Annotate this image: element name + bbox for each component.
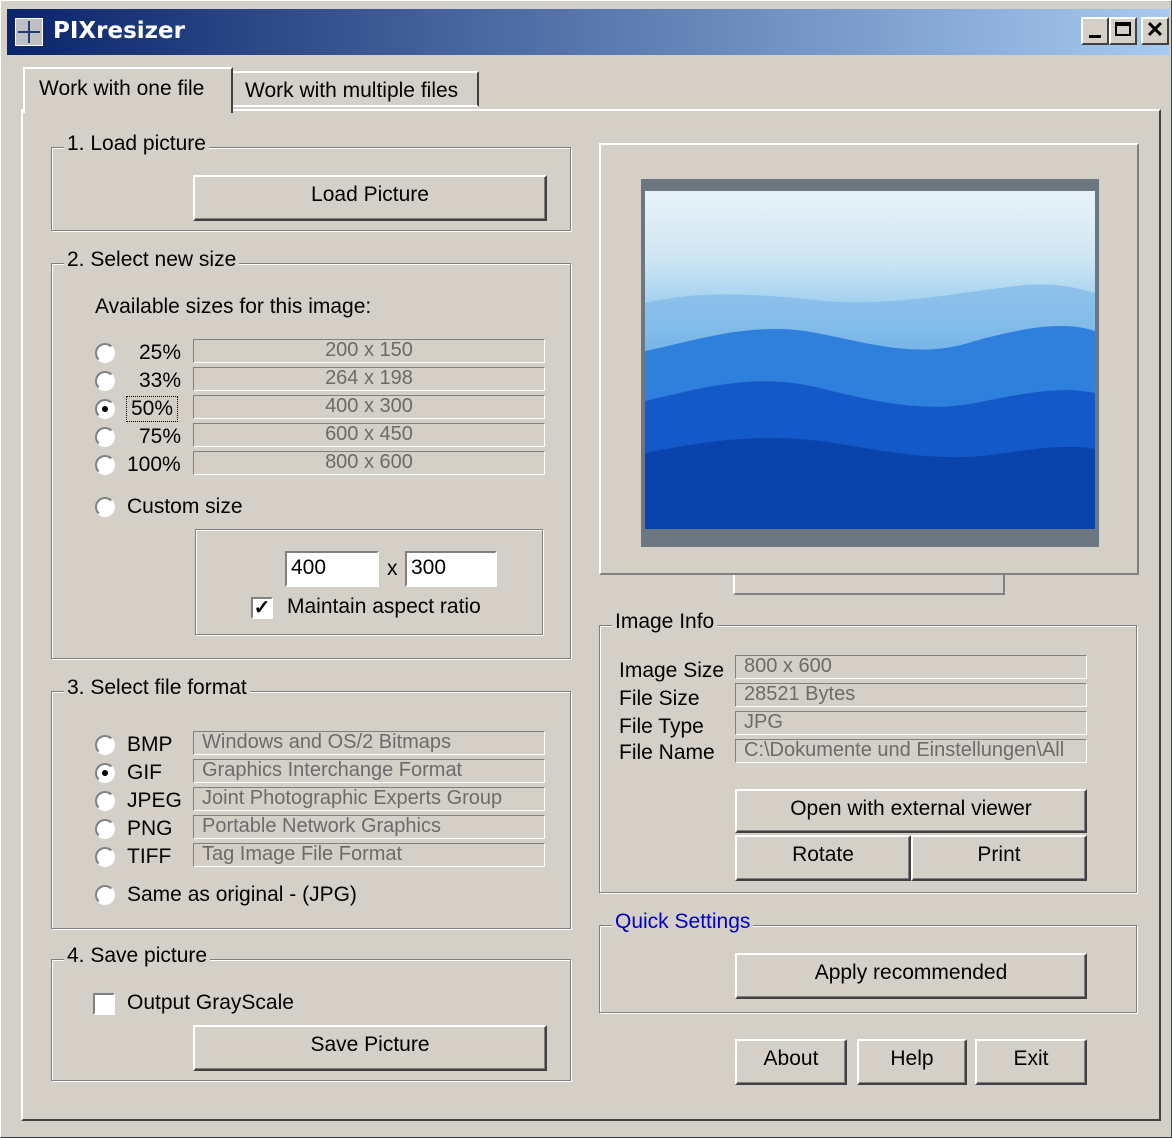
apply-recommended-button[interactable]: Apply recommended — [735, 953, 1087, 999]
size-100-dims: 800 x 600 — [193, 451, 545, 475]
info-file-name-label: File Name — [619, 741, 715, 764]
tab-multiple-files[interactable]: Work with multiple files — [233, 71, 479, 107]
format-tiff-desc: Tag Image File Format — [193, 843, 545, 867]
size-25-radio[interactable] — [95, 343, 115, 363]
maintain-aspect-checkbox[interactable]: ✓ — [251, 597, 273, 619]
quick-settings-group-label: Quick Settings — [612, 910, 754, 934]
open-external-viewer-button[interactable]: Open with external viewer — [735, 789, 1087, 833]
format-same-label: Same as original - (JPG) — [127, 883, 357, 906]
exit-button[interactable]: Exit — [975, 1039, 1087, 1085]
grayscale-checkbox[interactable] — [93, 993, 115, 1015]
maximize-button[interactable] — [1109, 17, 1137, 45]
size-25-label: 25% — [139, 341, 182, 364]
close-button[interactable]: ✕ — [1141, 17, 1169, 45]
custom-size-label: Custom size — [127, 495, 243, 518]
size-33-label: 33% — [139, 369, 182, 392]
format-png-radio[interactable] — [95, 819, 115, 839]
format-jpeg-label: JPEG — [127, 789, 182, 812]
format-jpeg-radio[interactable] — [95, 791, 115, 811]
size-50-radio[interactable] — [95, 399, 115, 419]
info-file-name-value: C:\Dokumente und Einstellungen\All — [735, 739, 1087, 763]
size-50-dims: 400 x 300 — [193, 395, 545, 419]
format-gif-desc: Graphics Interchange Format — [193, 759, 545, 783]
preview-stand — [733, 575, 1005, 595]
custom-size-radio[interactable] — [95, 497, 115, 517]
custom-height-input[interactable]: 300 — [405, 551, 497, 587]
format-bmp-radio[interactable] — [95, 735, 115, 755]
custom-width-input[interactable]: 400 — [285, 551, 379, 587]
format-bmp-desc: Windows and OS/2 Bitmaps — [193, 731, 545, 755]
maintain-aspect-label: Maintain aspect ratio — [287, 595, 481, 618]
window-title: PIXresizer — [53, 18, 185, 44]
load-picture-group-label: 1. Load picture — [64, 132, 209, 156]
save-picture-group-label: 4. Save picture — [64, 944, 211, 968]
app-icon — [15, 18, 43, 46]
minimize-button[interactable] — [1081, 17, 1109, 45]
help-button[interactable]: Help — [857, 1039, 967, 1085]
main-window: PIXresizer ✕ Work with one file Work wit… — [0, 0, 1172, 1138]
size-50-label: 50% — [125, 396, 179, 422]
size-33-radio[interactable] — [95, 371, 115, 391]
size-75-label: 75% — [139, 425, 182, 448]
load-picture-button[interactable]: Load Picture — [193, 175, 547, 221]
custom-size-separator: x — [387, 557, 398, 580]
size-100-radio[interactable] — [95, 455, 115, 475]
size-75-dims: 600 x 450 — [193, 423, 545, 447]
size-75-radio[interactable] — [95, 427, 115, 447]
save-picture-button[interactable]: Save Picture — [193, 1025, 547, 1071]
preview-image — [645, 191, 1095, 529]
title-bar[interactable]: PIXresizer ✕ — [7, 9, 1169, 55]
format-bmp-label: BMP — [127, 733, 173, 756]
info-file-size-label: File Size — [619, 687, 700, 710]
print-button[interactable]: Print — [911, 835, 1087, 881]
available-sizes-label: Available sizes for this image: — [95, 295, 372, 318]
format-gif-label: GIF — [127, 761, 162, 784]
format-tiff-label: TIFF — [127, 845, 172, 868]
format-same-radio[interactable] — [95, 885, 115, 905]
select-size-group-label: 2. Select new size — [64, 248, 240, 272]
size-33-dims: 264 x 198 — [193, 367, 545, 391]
rotate-button[interactable]: Rotate — [735, 835, 911, 881]
info-file-type-label: File Type — [619, 715, 704, 738]
about-button[interactable]: About — [735, 1039, 847, 1085]
size-100-label: 100% — [127, 453, 181, 476]
format-png-label: PNG — [127, 817, 173, 840]
info-image-size-value: 800 x 600 — [735, 655, 1087, 679]
format-png-desc: Portable Network Graphics — [193, 815, 545, 839]
format-jpeg-desc: Joint Photographic Experts Group — [193, 787, 545, 811]
size-25-dims: 200 x 150 — [193, 339, 545, 363]
grayscale-label: Output GrayScale — [127, 991, 294, 1014]
preview-area — [641, 179, 1099, 547]
info-file-size-value: 28521 Bytes — [735, 683, 1087, 707]
image-info-group-label: Image Info — [612, 610, 718, 634]
info-image-size-label: Image Size — [619, 659, 725, 682]
format-tiff-radio[interactable] — [95, 847, 115, 867]
info-file-type-value: JPG — [735, 711, 1087, 735]
file-format-group-label: 3. Select file format — [64, 676, 250, 700]
format-gif-radio[interactable] — [95, 763, 115, 783]
tab-one-file[interactable]: Work with one file — [23, 67, 233, 113]
